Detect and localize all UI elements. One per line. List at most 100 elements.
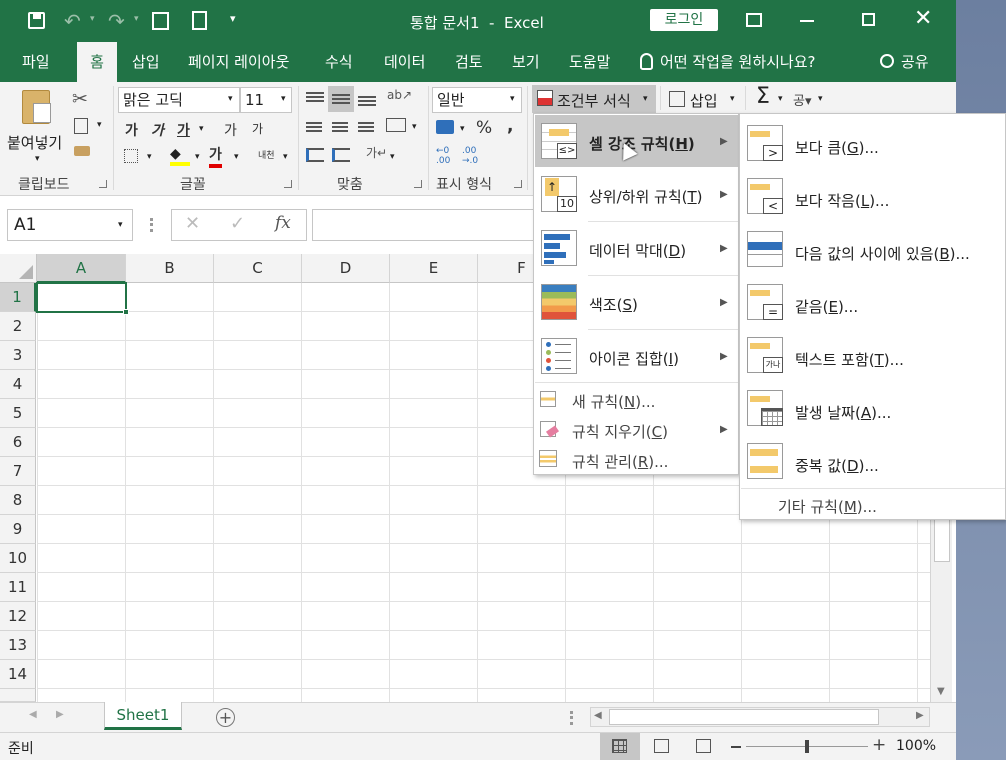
font-name-select[interactable]: 맑은 고딕: [118, 87, 240, 113]
chevron-down-icon[interactable]: ▾: [510, 94, 515, 104]
grow-font-button[interactable]: 가: [224, 120, 237, 140]
row-header[interactable]: 7: [0, 457, 36, 486]
column-header[interactable]: A: [37, 254, 126, 283]
chevron-down-icon[interactable]: ▾: [118, 220, 123, 230]
conditional-format-button[interactable]: 조건부 서식: [557, 90, 631, 111]
page-break-view-icon[interactable]: [696, 739, 711, 753]
tab-help[interactable]: 도움말: [569, 42, 610, 82]
chevron-down-icon[interactable]: ▾: [412, 122, 417, 132]
phonetic-button[interactable]: 내천: [258, 148, 275, 161]
chevron-down-icon[interactable]: ▾: [390, 152, 395, 162]
row-header[interactable]: 4: [0, 370, 36, 399]
chevron-down-icon[interactable]: ▾: [228, 94, 233, 104]
dialog-launcher-icon[interactable]: [514, 180, 522, 188]
row-header[interactable]: 1: [0, 283, 36, 312]
menu-item-greater-than[interactable]: > 보다 큼(G)...: [740, 123, 1005, 167]
insert-cells-button[interactable]: 삽입: [690, 90, 718, 111]
print-preview-icon[interactable]: [152, 12, 169, 30]
menu-item-highlight-cells-rules[interactable]: ≤> 셀 강조 규칙(H) ▶: [534, 121, 738, 161]
scroll-thumb[interactable]: [934, 514, 950, 562]
horizontal-scrollbar[interactable]: ◀ ▶: [590, 707, 930, 727]
menu-item-less-than[interactable]: < 보다 작음(L)...: [740, 176, 1005, 220]
row-header[interactable]: 6: [0, 428, 36, 457]
row-header[interactable]: 11: [0, 573, 36, 602]
fill-color-icon[interactable]: ◆: [170, 146, 190, 166]
qat-customize-icon[interactable]: ▾: [230, 12, 236, 25]
row-header[interactable]: 5: [0, 399, 36, 428]
scroll-left-icon[interactable]: ◀: [594, 710, 602, 721]
chevron-down-icon[interactable]: ▾: [460, 124, 465, 134]
comma-button[interactable]: ,: [507, 116, 513, 136]
dialog-launcher-icon[interactable]: [284, 180, 292, 188]
number-format-select[interactable]: 일반: [432, 87, 522, 113]
row-header[interactable]: [0, 689, 36, 702]
merge-center-icon[interactable]: [386, 118, 406, 132]
menu-item-color-scales[interactable]: 색조(S) ▶: [534, 282, 738, 322]
paste-button[interactable]: 붙여넣기: [7, 132, 62, 153]
zoom-in-icon[interactable]: +: [872, 735, 886, 755]
column-header[interactable]: B: [126, 254, 214, 283]
scroll-thumb[interactable]: [609, 709, 879, 725]
zoom-level[interactable]: 100%: [896, 738, 936, 754]
lightbulb-icon[interactable]: [640, 53, 653, 70]
chevron-down-icon[interactable]: ▾: [643, 94, 648, 104]
sheet-prev-icon[interactable]: ◀: [29, 709, 37, 720]
tab-insert[interactable]: 삽입: [132, 42, 160, 82]
menu-item-date-occurring[interactable]: 발생 날짜(A)...: [740, 388, 1005, 432]
menu-item-more-rules[interactable]: 기타 규칙(M)...: [740, 494, 1005, 518]
new-document-icon[interactable]: [192, 11, 207, 30]
close-icon[interactable]: ✕: [914, 6, 932, 31]
drag-handle-icon[interactable]: [150, 218, 153, 232]
align-bottom-icon[interactable]: [358, 96, 376, 98]
font-color-button[interactable]: 가: [209, 144, 222, 168]
paste-icon[interactable]: [22, 90, 51, 124]
chevron-down-icon[interactable]: ▾: [199, 124, 204, 134]
insert-cells-icon[interactable]: [669, 91, 685, 107]
shrink-font-button[interactable]: 가: [252, 120, 263, 137]
tab-page-layout[interactable]: 페이지 레이아웃: [188, 42, 289, 82]
menu-item-text-contains[interactable]: 가나 텍스트 포함(T)...: [740, 335, 1005, 379]
undo-dropdown-icon[interactable]: ▾: [90, 14, 95, 24]
menu-item-between[interactable]: 다음 값의 사이에 있음(B)...: [740, 229, 1005, 273]
menu-item-equal-to[interactable]: = 같음(E)...: [740, 282, 1005, 326]
chevron-down-icon[interactable]: ▾: [281, 94, 286, 104]
menu-item-top-bottom-rules[interactable]: ↑ 10 상위/하위 규칙(T) ▶: [534, 174, 738, 214]
ribbon-display-icon[interactable]: [746, 13, 762, 27]
tab-formulas[interactable]: 수식: [325, 42, 353, 82]
increase-indent-icon[interactable]: [332, 148, 350, 162]
tab-data[interactable]: 데이터: [384, 42, 425, 82]
menu-item-clear-rules[interactable]: 규칙 지우기(C) ▶: [534, 418, 738, 442]
increase-decimal-icon[interactable]: ←0.00: [436, 146, 450, 166]
copy-icon[interactable]: [74, 118, 88, 134]
chevron-down-icon[interactable]: ▾: [778, 94, 783, 104]
chevron-down-icon[interactable]: ▾: [234, 152, 239, 162]
insert-function-icon[interactable]: fx: [275, 213, 291, 233]
paste-dropdown-icon[interactable]: ▾: [35, 154, 40, 164]
chevron-down-icon[interactable]: ▾: [283, 152, 288, 162]
format-painter-icon[interactable]: [74, 146, 90, 156]
row-header[interactable]: 14: [0, 660, 36, 689]
scroll-down-icon[interactable]: ▼: [937, 686, 945, 697]
tab-review[interactable]: 검토: [455, 42, 483, 82]
sheet-tab-sheet1[interactable]: Sheet1: [104, 702, 182, 730]
menu-item-data-bars[interactable]: 데이터 막대(D) ▶: [534, 228, 738, 268]
select-all-corner[interactable]: [0, 254, 37, 283]
column-header[interactable]: D: [302, 254, 390, 283]
underline-button[interactable]: 가: [177, 120, 190, 140]
zoom-out-icon[interactable]: [731, 746, 741, 748]
autosum-icon[interactable]: Σ: [756, 84, 770, 109]
row-header[interactable]: 9: [0, 515, 36, 544]
align-middle-icon[interactable]: [328, 86, 354, 112]
page-layout-view-icon[interactable]: [654, 739, 669, 753]
tab-home[interactable]: 홈: [77, 42, 117, 82]
cancel-icon[interactable]: ✕: [185, 213, 200, 234]
tell-me-input[interactable]: 어떤 작업을 원하시나요?: [660, 42, 816, 82]
dialog-launcher-icon[interactable]: [414, 180, 422, 188]
orientation-icon[interactable]: ab↗: [387, 88, 412, 102]
row-header[interactable]: 13: [0, 631, 36, 660]
row-header[interactable]: 10: [0, 544, 36, 573]
row-header[interactable]: 12: [0, 602, 36, 631]
share-button[interactable]: 공유: [901, 42, 929, 82]
decrease-indent-icon[interactable]: [306, 148, 324, 162]
redo-dropdown-icon[interactable]: ▾: [134, 14, 139, 24]
